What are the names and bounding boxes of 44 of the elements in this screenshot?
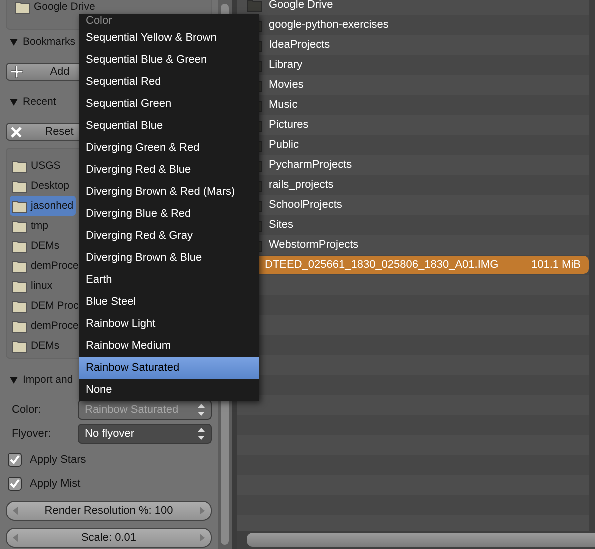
recent-folder-item[interactable]: DEMs [10,336,62,356]
recent-folder-item[interactable]: linux [10,276,55,296]
checkmark-icon [10,455,20,465]
section-title: Import and [23,374,74,386]
close-icon [11,126,22,138]
recent-folder-item[interactable]: USGS [10,156,63,176]
menu-item[interactable]: Diverging Brown & Red (Mars) [79,181,259,203]
menu-item[interactable]: Diverging Blue & Red [79,203,259,225]
plus-icon [11,66,23,78]
checkbox-label: Apply Stars [30,454,86,466]
menu-item[interactable]: Sequential Yellow & Brown [79,27,259,49]
up-down-arrows-icon [198,404,205,416]
dropdown-field[interactable]: No flyover [78,424,212,444]
menu-item[interactable]: Sequential Green [79,93,259,115]
menu-item[interactable]: None [79,379,259,401]
recent-folder-item[interactable]: demProce [10,256,81,276]
scrollbar-thumb[interactable] [247,533,595,547]
section-title: Bookmarks [23,36,76,48]
system-list-item[interactable]: Google Drive [13,0,98,14]
checkbox-label: Apply Mist [30,478,81,490]
recent-folder-item[interactable]: DEM Proc [10,296,81,316]
menu-item[interactable]: Diverging Red & Blue [79,159,259,181]
recent-folder-item[interactable]: DEMs [10,236,62,256]
field-label: Color: [12,404,42,416]
expanded-triangle-icon[interactable] [10,376,18,384]
recent-folder-item[interactable]: jasonhed [10,196,76,216]
menu-item[interactable]: Rainbow Light [79,313,259,335]
recent-folder-item[interactable]: demProce [10,316,81,336]
recent-folder-item[interactable]: Desktop [10,176,72,196]
field-label: Flyover: [12,428,52,440]
expanded-triangle-icon[interactable] [10,38,18,46]
file-list-row[interactable]: Google Drive [237,0,589,14]
checkbox[interactable] [8,477,22,491]
menu-item[interactable]: Blue Steel [79,291,259,313]
menu-title: Color [85,14,114,27]
recent-folder-item[interactable]: tmp [10,216,51,236]
checkbox[interactable] [8,453,22,467]
checkmark-icon [10,479,20,489]
up-down-arrows-icon [198,428,205,440]
section-title: Recent [23,96,56,108]
menu-item[interactable]: Rainbow Medium [79,335,259,357]
menu-item[interactable]: Diverging Red & Gray [79,225,259,247]
expanded-triangle-icon[interactable] [10,98,18,106]
menu-item[interactable]: Rainbow Saturated [79,357,259,379]
